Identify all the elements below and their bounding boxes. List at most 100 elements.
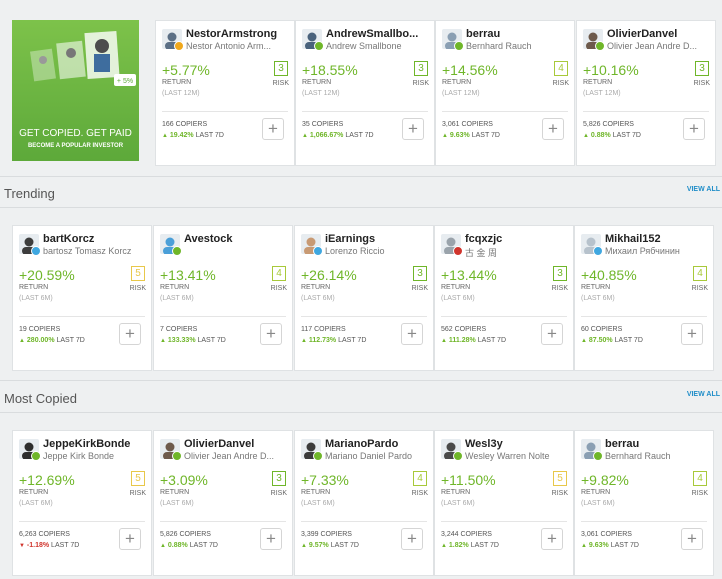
- return-value: +5.77%: [162, 62, 210, 78]
- username[interactable]: Avestock: [184, 233, 290, 245]
- copy-plus-button[interactable]: +: [262, 118, 284, 140]
- username[interactable]: fcqxzjc: [465, 233, 571, 245]
- copy-plus-button[interactable]: +: [683, 118, 705, 140]
- change-label: LAST 7D: [470, 542, 499, 549]
- investor-card[interactable]: Mikhail152 Михаил Рябчинин +40.85% RETURN (L…: [574, 225, 714, 371]
- copiers-change: ▲ 9.63% LAST 7D: [442, 132, 500, 139]
- change-label: LAST 7D: [51, 542, 80, 549]
- copiers-count: 5,826 COPIERS: [583, 121, 634, 128]
- change-percent: -1.18%: [26, 542, 50, 549]
- arrow-up-icon: ▲: [160, 338, 166, 344]
- change-label: LAST 7D: [477, 337, 507, 344]
- return-value: +13.41%: [160, 267, 216, 283]
- username[interactable]: JeppeKirkBonde: [43, 438, 149, 450]
- return-label: RETURN: [19, 284, 49, 291]
- copiers-count: 35 COPIERS: [302, 121, 344, 128]
- risk-label: RISK: [129, 490, 146, 497]
- card-divider: [441, 316, 567, 317]
- investor-card[interactable]: berrau Bernhard Rauch +9.82% RETURN (LAST 6M…: [574, 430, 714, 576]
- return-period: (LAST 12M): [162, 90, 200, 97]
- arrow-up-icon: ▲: [441, 338, 447, 344]
- investor-card[interactable]: OlivierDanvel Olivier Jean Andre D... +10.…: [576, 20, 716, 166]
- arrow-up-icon: ▲: [441, 543, 447, 549]
- return-value: +10.16%: [583, 62, 639, 78]
- username[interactable]: Wesl3y: [465, 438, 571, 450]
- username[interactable]: NestorArmstrong: [186, 28, 292, 40]
- view-all-trending-link[interactable]: VIEW ALL: [687, 186, 720, 193]
- card-divider: [19, 521, 145, 522]
- investor-card[interactable]: fcqxzjc 古 金 周 +13.44% RETURN (LAST 6M) 3 RISK 5…: [434, 225, 574, 371]
- copy-plus-button[interactable]: +: [681, 528, 703, 550]
- change-percent: 9.63%: [449, 132, 470, 139]
- investor-card[interactable]: MarianoPardo Mariano Daniel Pardo +7.33% RE…: [294, 430, 434, 576]
- copiers-change: ▲ 1,066.67% LAST 7D: [302, 132, 374, 139]
- investor-card[interactable]: AndrewSmallbo... Andrew Smallbone +18.55% R…: [295, 20, 435, 166]
- card-divider: [583, 111, 709, 112]
- investor-card[interactable]: JeppeKirkBonde Jeppe Kirk Bonde +12.69% RET…: [12, 430, 152, 576]
- copy-plus-button[interactable]: +: [541, 323, 563, 345]
- return-period: (LAST 6M): [441, 295, 475, 302]
- return-label: RETURN: [441, 284, 471, 291]
- investor-card[interactable]: NestorArmstrong Nestor Antonio Arm... +5.7…: [155, 20, 295, 166]
- username[interactable]: OlivierDanvel: [184, 438, 290, 450]
- view-all-most-copied-link[interactable]: VIEW ALL: [687, 391, 720, 398]
- copy-plus-button[interactable]: +: [119, 528, 141, 550]
- change-label: LAST 7D: [330, 542, 359, 549]
- arrow-up-icon: ▲: [19, 338, 25, 344]
- change-percent: 112.73%: [308, 337, 337, 344]
- copy-plus-button[interactable]: +: [260, 528, 282, 550]
- copiers-count: 19 COPIERS: [19, 326, 61, 333]
- username[interactable]: MarianoPardo: [325, 438, 431, 450]
- risk-label: RISK: [552, 80, 569, 87]
- username[interactable]: berrau: [466, 28, 572, 40]
- username[interactable]: Mikhail152: [605, 233, 711, 245]
- change-label: LAST 7D: [197, 337, 226, 344]
- investor-card[interactable]: bartKorcz bartosz Tomasz Korcz +20.59% RETU…: [12, 225, 152, 371]
- return-value: +40.85%: [581, 267, 637, 283]
- copy-plus-button[interactable]: +: [260, 323, 282, 345]
- investor-card[interactable]: OlivierDanvel Olivier Jean Andre D... +3.0…: [153, 430, 293, 576]
- full-name: Olivier Jean Andre D...: [184, 451, 275, 461]
- divider: [0, 412, 722, 413]
- copy-plus-button[interactable]: +: [119, 323, 141, 345]
- status-badge-icon: [313, 451, 323, 461]
- risk-score: 3: [272, 471, 286, 486]
- status-badge-icon: [174, 41, 184, 51]
- username[interactable]: berrau: [605, 438, 711, 450]
- investor-card[interactable]: berrau Bernhard Rauch +14.56% RETURN (LAST 1…: [435, 20, 575, 166]
- return-period: (LAST 12M): [442, 90, 480, 97]
- investor-card[interactable]: Avestock +13.41% RETURN (LAST 6M) 4 RISK 7 COP…: [153, 225, 293, 371]
- change-percent: 111.28%: [448, 337, 476, 344]
- full-name: Wesley Warren Nolte: [465, 451, 550, 461]
- return-label: RETURN: [583, 79, 613, 86]
- return-label: RETURN: [302, 79, 332, 86]
- copy-plus-button[interactable]: +: [541, 528, 563, 550]
- arrow-up-icon: ▲: [301, 338, 307, 344]
- username[interactable]: AndrewSmallbo...: [326, 28, 432, 40]
- risk-label: RISK: [272, 80, 289, 87]
- change-percent: 19.42%: [169, 132, 194, 139]
- risk-score: 4: [693, 471, 707, 486]
- copy-plus-button[interactable]: +: [401, 323, 423, 345]
- username[interactable]: bartKorcz: [43, 233, 149, 245]
- copy-plus-button[interactable]: +: [681, 323, 703, 345]
- copiers-count: 3,244 COPIERS: [441, 531, 492, 538]
- copy-plus-button[interactable]: +: [542, 118, 564, 140]
- full-name: 古 金 周: [465, 248, 498, 258]
- risk-score: 3: [413, 266, 427, 281]
- card-divider: [581, 316, 707, 317]
- copy-plus-button[interactable]: +: [402, 118, 424, 140]
- change-label: LAST 7D: [189, 542, 218, 549]
- return-value: +9.82%: [581, 472, 629, 488]
- section-title-most-copied: Most Copied: [4, 391, 77, 406]
- investor-card[interactable]: Wesl3y Wesley Warren Nolte +11.50% RETURN (L…: [434, 430, 574, 576]
- change-label: LAST 7D: [338, 337, 367, 344]
- section-title-trending: Trending: [4, 186, 55, 201]
- arrow-down-icon: ▼: [19, 543, 25, 549]
- username[interactable]: OlivierDanvel: [607, 28, 713, 40]
- return-label: RETURN: [581, 284, 611, 291]
- copy-plus-button[interactable]: +: [401, 528, 423, 550]
- investor-card[interactable]: iEarnings Lorenzo Riccio +26.14% RETURN (LAS…: [294, 225, 434, 371]
- card-divider: [442, 111, 568, 112]
- username[interactable]: iEarnings: [325, 233, 431, 245]
